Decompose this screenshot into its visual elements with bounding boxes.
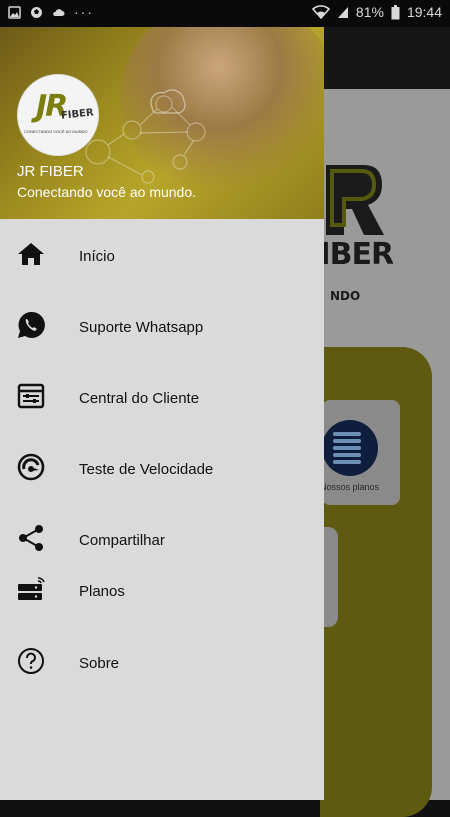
menu-item-label: Teste de Velocidade xyxy=(79,461,214,478)
image-icon xyxy=(8,5,21,19)
menu-item-label: Suporte Whatsapp xyxy=(79,319,204,336)
background-logo xyxy=(326,165,384,235)
status-bar-notifications: ··· xyxy=(8,5,94,19)
menu-item-teste-de-velocidade[interactable]: Teste de Velocidade xyxy=(0,436,324,496)
status-bar: ··· 81% 19:44 xyxy=(0,0,450,27)
menu-item-inicio[interactable]: Início xyxy=(0,223,324,283)
menu-item-planos[interactable]: Planos xyxy=(0,559,324,619)
menu-item-label: Sobre xyxy=(79,655,120,672)
whatsapp-icon xyxy=(16,310,46,340)
menu-item-central-do-cliente[interactable]: Central do Cliente xyxy=(0,365,324,425)
background-tagline: NDO xyxy=(330,289,361,303)
more-notifications-icon: ··· xyxy=(74,4,94,20)
brand-logo-tagline: CONECTANDO VOCÊ AO MUNDO xyxy=(24,129,88,134)
wifi-icon xyxy=(311,5,330,19)
background-card[interactable] xyxy=(322,527,338,627)
menu-item-sobre[interactable]: Sobre xyxy=(0,630,324,690)
plans-card-label: Nossos planos xyxy=(320,482,380,492)
brand-logo-fiber: FIBER xyxy=(60,107,95,122)
menu-item-label: Compartilhar xyxy=(79,532,165,549)
drawer-subtitle: Conectando você ao mundo. xyxy=(17,184,197,200)
cloud-icon xyxy=(53,8,65,16)
menu-item-label: Central do Cliente xyxy=(79,390,200,407)
share-icon xyxy=(16,523,46,553)
plans-list-icon xyxy=(333,432,361,467)
menu-item-label: Planos xyxy=(79,583,125,600)
brand-logo: JR FIBER CONECTANDO VOCÊ AO MUNDO xyxy=(17,74,99,156)
drawer-header: JR FIBER CONECTANDO VOCÊ AO MUNDO JR FIB… xyxy=(0,27,324,219)
help-icon xyxy=(16,646,46,676)
signal-icon xyxy=(337,7,348,18)
battery-icon xyxy=(391,4,400,19)
menu-item-label: Início xyxy=(79,248,115,265)
clock: 19:44 xyxy=(406,4,442,20)
router-icon xyxy=(16,574,46,604)
menu-item-suporte-whatsapp[interactable]: Suporte Whatsapp xyxy=(0,294,324,354)
home-icon xyxy=(16,239,46,269)
menu-item-compartilhar[interactable]: Compartilhar xyxy=(0,507,324,567)
speedometer-icon xyxy=(16,452,46,482)
client-center-icon xyxy=(16,381,46,411)
navigation-drawer: JR FIBER CONECTANDO VOCÊ AO MUNDO JR FIB… xyxy=(0,27,324,800)
battery-percent: 81% xyxy=(355,4,384,20)
drawer-title: JR FIBER xyxy=(17,163,84,180)
soccer-ball-icon xyxy=(31,6,42,18)
status-bar-system: 81% 19:44 xyxy=(311,4,442,20)
